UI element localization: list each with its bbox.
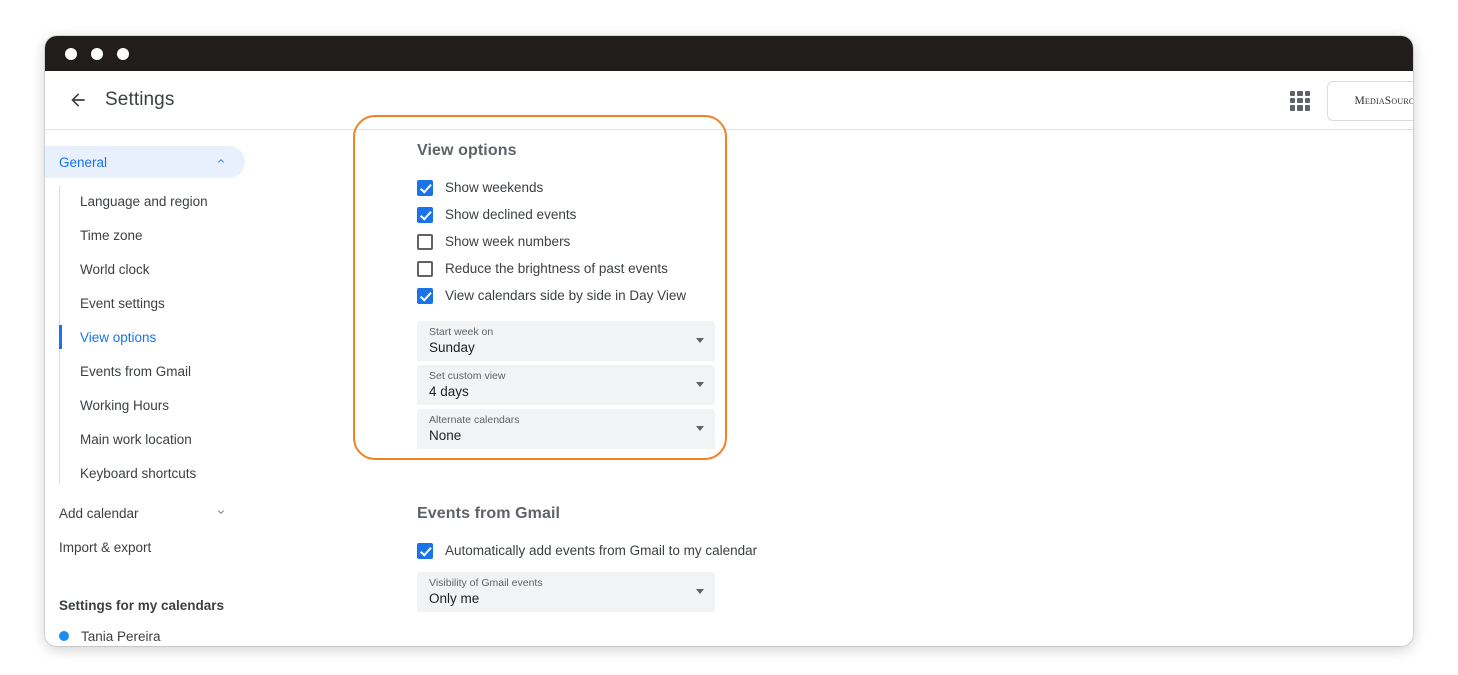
sidebar-sublist-general: Language and region Time zone World cloc… bbox=[45, 184, 375, 490]
arrow-left-icon[interactable] bbox=[61, 83, 95, 117]
sidebar-item-label: Language and region bbox=[80, 194, 208, 209]
sidebar-calendar-tania-pereira[interactable]: Tania Pereira bbox=[45, 620, 375, 646]
checkbox-label: Show weekends bbox=[445, 180, 543, 195]
header-right-cluster: MediaSource bbox=[1287, 71, 1413, 130]
select-value: Sunday bbox=[429, 339, 703, 357]
checkbox-auto-add-gmail-events[interactable] bbox=[417, 543, 433, 559]
sidebar-item-label: Import & export bbox=[59, 540, 151, 555]
window-minimize-dot[interactable] bbox=[91, 48, 103, 60]
checkbox-show-weekends[interactable] bbox=[417, 180, 433, 196]
select-value: 4 days bbox=[429, 383, 703, 401]
select-label: Alternate calendars bbox=[429, 414, 703, 427]
settings-main-panel: View options Show weekends Show declined… bbox=[375, 130, 1413, 646]
select-set-custom-view[interactable]: Set custom view 4 days bbox=[417, 365, 715, 405]
sidebar-item-general-label: General bbox=[59, 155, 107, 170]
window-titlebar bbox=[45, 36, 1413, 71]
checkbox-row-show-weekends[interactable]: Show weekends bbox=[375, 174, 1413, 201]
section-view-options: View options Show weekends Show declined… bbox=[375, 142, 1413, 449]
sidebar-item-time-zone[interactable]: Time zone bbox=[53, 218, 375, 252]
checkbox-row-show-declined-events[interactable]: Show declined events bbox=[375, 201, 1413, 228]
brand-logo: MediaSource bbox=[1327, 81, 1413, 121]
sidebar-item-world-clock[interactable]: World clock bbox=[53, 252, 375, 286]
sidebar-item-view-options[interactable]: View options bbox=[53, 320, 375, 354]
chevron-down-icon bbox=[215, 506, 227, 521]
sidebar-item-import-export[interactable]: Import & export bbox=[45, 530, 245, 564]
sidebar-item-language-and-region[interactable]: Language and region bbox=[53, 184, 375, 218]
section-events-from-gmail: Events from Gmail Automatically add even… bbox=[375, 505, 1413, 612]
checkbox-label: Show week numbers bbox=[445, 234, 570, 249]
sidebar-item-keyboard-shortcuts[interactable]: Keyboard shortcuts bbox=[53, 456, 375, 490]
checkbox-row-side-by-side-day-view[interactable]: View calendars side by side in Day View bbox=[375, 282, 1413, 309]
section-title-events-from-gmail: Events from Gmail bbox=[375, 505, 1413, 523]
checkbox-show-declined-events[interactable] bbox=[417, 207, 433, 223]
checkbox-label: Automatically add events from Gmail to m… bbox=[445, 543, 757, 558]
checkbox-row-reduce-brightness-past-events[interactable]: Reduce the brightness of past events bbox=[375, 255, 1413, 282]
chevron-down-icon bbox=[696, 338, 704, 343]
checkbox-label: View calendars side by side in Day View bbox=[445, 288, 686, 303]
checkbox-show-week-numbers[interactable] bbox=[417, 234, 433, 250]
select-visibility-of-gmail-events[interactable]: Visibility of Gmail events Only me bbox=[417, 572, 715, 612]
settings-content: General Language and region Time zone Wo… bbox=[45, 130, 1413, 646]
sidebar-item-add-calendar[interactable]: Add calendar bbox=[45, 496, 245, 530]
section-title-view-options: View options bbox=[375, 142, 1413, 160]
sidebar-item-label: Main work location bbox=[80, 432, 192, 447]
window-close-dot[interactable] bbox=[65, 48, 77, 60]
calendar-name-label: Tania Pereira bbox=[81, 629, 161, 644]
select-label: Visibility of Gmail events bbox=[429, 577, 703, 590]
browser-window: Settings MediaSource General Language an… bbox=[45, 36, 1413, 646]
chevron-down-icon bbox=[696, 589, 704, 594]
select-value: Only me bbox=[429, 590, 703, 608]
sidebar-item-label: Time zone bbox=[80, 228, 143, 243]
sidebar-item-label: Working Hours bbox=[80, 398, 169, 413]
sidebar-item-main-work-location[interactable]: Main work location bbox=[53, 422, 375, 456]
chevron-down-icon bbox=[696, 382, 704, 387]
chevron-up-icon bbox=[215, 155, 227, 170]
apps-grid-icon[interactable] bbox=[1287, 88, 1313, 114]
sidebar-item-label: Event settings bbox=[80, 296, 165, 311]
sidebar-item-events-from-gmail[interactable]: Events from Gmail bbox=[53, 354, 375, 388]
sidebar-item-label: Add calendar bbox=[59, 506, 139, 521]
sidebar-item-working-hours[interactable]: Working Hours bbox=[53, 388, 375, 422]
calendar-color-dot-icon bbox=[59, 631, 69, 641]
settings-sidebar: General Language and region Time zone Wo… bbox=[45, 130, 375, 646]
sidebar-item-general[interactable]: General bbox=[45, 146, 245, 178]
checkbox-label: Show declined events bbox=[445, 207, 576, 222]
sidebar-item-label: Keyboard shortcuts bbox=[80, 466, 196, 481]
checkbox-row-auto-add-gmail-events[interactable]: Automatically add events from Gmail to m… bbox=[375, 537, 1413, 564]
sidebar-section-my-calendars: Settings for my calendars bbox=[45, 590, 375, 620]
checkbox-side-by-side-day-view[interactable] bbox=[417, 288, 433, 304]
sidebar-item-label: World clock bbox=[80, 262, 150, 277]
sidebar-item-label: View options bbox=[80, 330, 156, 345]
select-start-week-on[interactable]: Start week on Sunday bbox=[417, 321, 715, 361]
brand-logo-text: MediaSource bbox=[1354, 95, 1413, 107]
select-label: Start week on bbox=[429, 326, 703, 339]
select-alternate-calendars[interactable]: Alternate calendars None bbox=[417, 409, 715, 449]
chevron-down-icon bbox=[696, 426, 704, 431]
sidebar-item-event-settings[interactable]: Event settings bbox=[53, 286, 375, 320]
app-header: Settings MediaSource bbox=[45, 71, 1413, 130]
checkbox-row-show-week-numbers[interactable]: Show week numbers bbox=[375, 228, 1413, 255]
page-title: Settings bbox=[105, 89, 174, 111]
select-label: Set custom view bbox=[429, 370, 703, 383]
checkbox-label: Reduce the brightness of past events bbox=[445, 261, 668, 276]
select-value: None bbox=[429, 427, 703, 445]
window-maximize-dot[interactable] bbox=[117, 48, 129, 60]
sidebar-item-label: Events from Gmail bbox=[80, 364, 191, 379]
checkbox-reduce-brightness-past-events[interactable] bbox=[417, 261, 433, 277]
